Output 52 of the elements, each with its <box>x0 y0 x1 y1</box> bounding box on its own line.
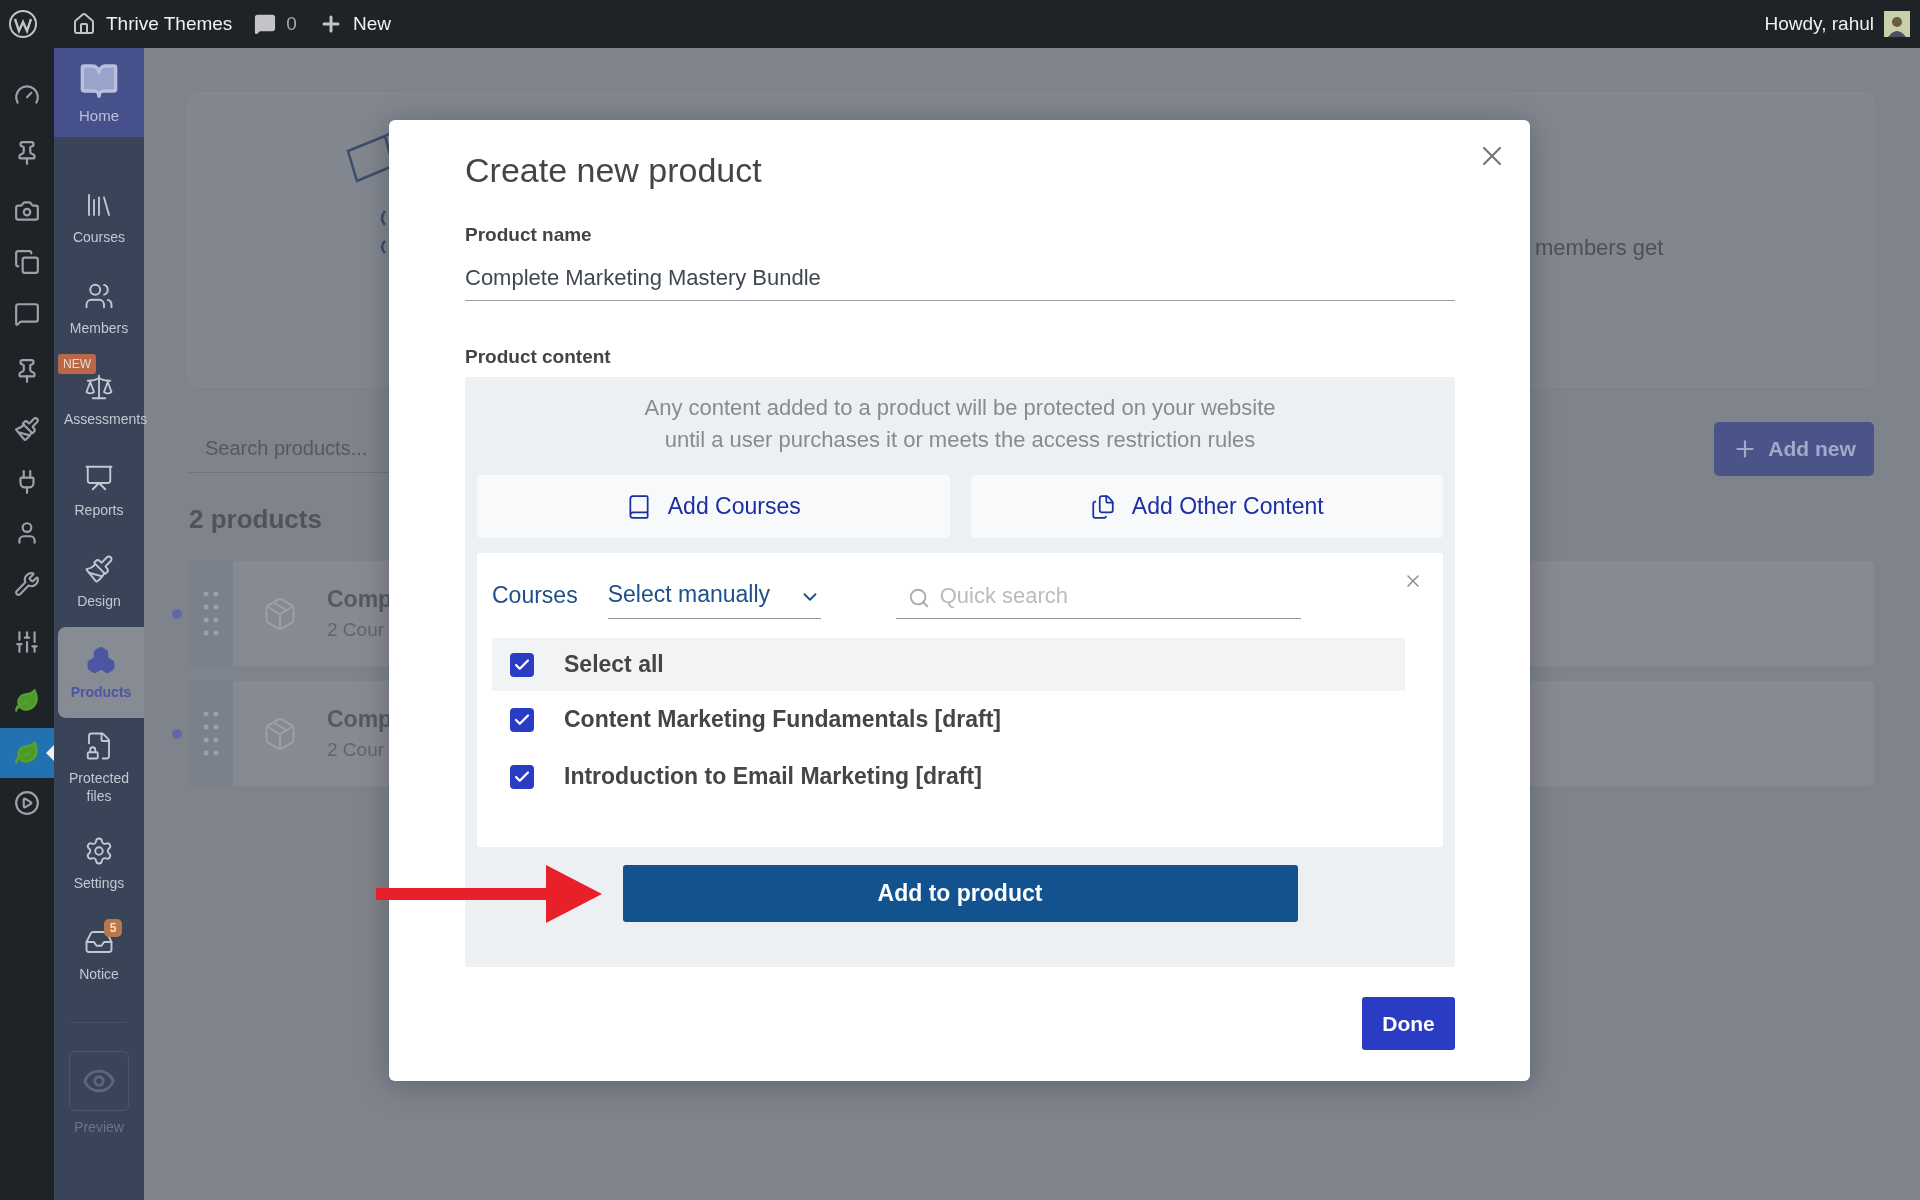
field-label: Product name <box>465 224 593 246</box>
checkbox[interactable] <box>510 707 534 732</box>
sidebar-nav-item[interactable]: Members <box>54 263 144 354</box>
dialog-title: Create new product <box>465 150 763 190</box>
home-nav-item[interactable]: Home <box>54 48 144 137</box>
home-icon <box>72 12 96 36</box>
info-text: Any content added to a product will be protected on your website until a user purchases it or meets the access restriction rules <box>643 394 1277 454</box>
settings-icon <box>84 835 114 866</box>
leaf-icon <box>14 688 40 714</box>
drag-handle-icon[interactable] <box>203 710 219 757</box>
new-badge: NEW <box>58 354 96 374</box>
field-label: Product content <box>465 346 612 368</box>
comment-icon <box>254 13 277 35</box>
comments-link[interactable]: 0 <box>254 13 297 35</box>
status-dot <box>172 728 182 739</box>
account-link[interactable]: Howdy, rahul <box>1764 11 1910 37</box>
add-to-product-button[interactable]: Add to product <box>622 865 1298 922</box>
logo-icon[interactable] <box>8 9 38 39</box>
search-icon <box>907 587 930 609</box>
brush-icon <box>84 553 114 584</box>
sliders-icon <box>14 629 40 655</box>
pages-icon <box>14 249 40 275</box>
sidebar-nav-item[interactable]: Protected files <box>54 718 144 818</box>
play-icon <box>14 790 40 816</box>
checkbox[interactable] <box>510 764 534 789</box>
wrench-icon <box>14 571 40 597</box>
course-option[interactable]: Content Marketing Fundamentals [draft] <box>492 691 1405 748</box>
course-option[interactable]: Introduction to Email Marketing [draft] <box>492 748 1405 805</box>
site-link[interactable]: Thrive Themes <box>72 12 233 36</box>
sidebar-nav-item[interactable]: 5 Notice <box>54 909 144 1000</box>
add-content-button[interactable]: Add Other Content <box>970 475 1443 538</box>
comment-icon <box>14 301 40 327</box>
checkbox[interactable] <box>510 652 534 677</box>
done-button[interactable]: Done <box>1362 997 1455 1050</box>
sidebar-nav-item[interactable]: Design <box>54 536 144 627</box>
sidebar-nav-item[interactable]: Settings <box>54 818 144 909</box>
add-content-button[interactable]: Add Courses <box>477 475 950 538</box>
camera-icon <box>14 198 40 224</box>
leaf-icon <box>14 740 40 766</box>
mode-dropdown[interactable]: Select manually <box>607 573 821 619</box>
brush-icon <box>14 416 40 442</box>
documents-icon <box>1089 493 1116 520</box>
sidebar-nav-item[interactable]: Courses <box>54 172 144 263</box>
status-dot <box>172 608 182 619</box>
drag-handle-icon[interactable] <box>203 590 219 637</box>
content-type-label: Courses <box>492 582 578 610</box>
sidebar-nav-item[interactable]: Reports <box>54 445 144 536</box>
count-badge: 5 <box>104 918 122 937</box>
admin-menu-item[interactable] <box>0 728 54 778</box>
select-all-option[interactable]: Select all <box>492 638 1405 691</box>
new-link[interactable]: New <box>318 12 391 36</box>
avatar-icon <box>1884 11 1910 37</box>
